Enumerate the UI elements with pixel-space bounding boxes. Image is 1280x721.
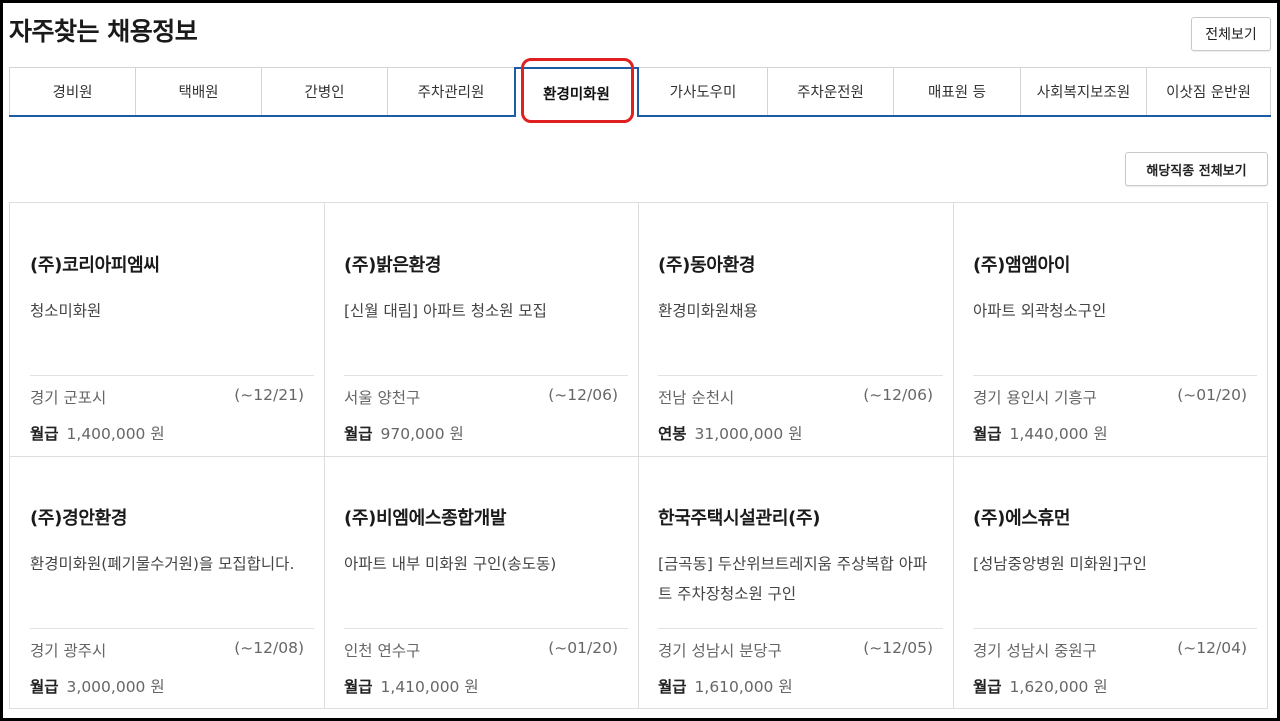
job-title: 청소미화원 xyxy=(30,302,102,320)
tab-caregiver[interactable]: 간병인 xyxy=(261,67,388,115)
category-view-all-button[interactable]: 해당직종 전체보기 xyxy=(1125,152,1268,186)
company-name: (주)코리아피엠씨 xyxy=(30,255,160,276)
tab-security-guard[interactable]: 경비원 xyxy=(9,67,136,115)
job-title: 환경미화원채용 xyxy=(658,302,758,320)
job-title: 아파트 내부 미화원 구인(송도동) xyxy=(344,555,557,573)
pay-type: 월급 xyxy=(973,678,1002,696)
card-divider xyxy=(973,375,1257,376)
job-pay: 월급 1,620,000 원 xyxy=(973,675,1108,697)
pay-amount: 1,400,000 원 xyxy=(66,425,165,443)
job-pay: 월급 1,440,000 원 xyxy=(973,422,1108,444)
pay-amount: 31,000,000 원 xyxy=(694,425,803,443)
job-deadline: (~12/05) xyxy=(863,639,933,657)
job-pay: 월급 1,410,000 원 xyxy=(344,675,479,697)
pay-type: 월급 xyxy=(973,425,1002,443)
job-deadline: (~01/20) xyxy=(1177,386,1247,404)
job-pay: 월급 1,610,000 원 xyxy=(658,675,793,697)
pay-type: 월급 xyxy=(344,425,373,443)
job-card[interactable]: (주)코리아피엠씨 청소미화원 경기 군포시 (~12/21) 월급 1,400,… xyxy=(10,203,325,457)
job-location: 경기 광주시 xyxy=(30,642,107,660)
job-pay: 월급 1,400,000 원 xyxy=(30,422,165,444)
job-deadline: (~12/06) xyxy=(863,386,933,404)
job-card[interactable]: (주)밝은환경 [신월 대림] 아파트 청소원 모집 서울 양천구 (~12/0… xyxy=(324,203,639,457)
tab-housekeeper[interactable]: 가사도우미 xyxy=(638,67,768,115)
tabs-underline xyxy=(9,115,1271,117)
card-divider xyxy=(658,628,943,629)
job-pay: 월급 3,000,000 원 xyxy=(30,675,165,697)
pay-amount: 1,610,000 원 xyxy=(694,678,793,696)
tab-parking-driver[interactable]: 주차운전원 xyxy=(767,67,894,115)
company-name: 한국주택시설관리(주) xyxy=(658,508,821,529)
pay-amount: 1,440,000 원 xyxy=(1009,425,1108,443)
job-pay: 연봉 31,000,000 원 xyxy=(658,422,802,444)
pay-amount: 1,410,000 원 xyxy=(380,678,479,696)
pay-type: 월급 xyxy=(30,425,59,443)
page-title: 자주찾는 채용정보 xyxy=(9,17,198,46)
tab-ticket-seller[interactable]: 매표원 등 xyxy=(893,67,1021,115)
card-divider xyxy=(973,628,1257,629)
job-title: [신월 대림] 아파트 청소원 모집 xyxy=(344,302,547,320)
job-location: 경기 성남시 분당구 xyxy=(658,642,782,660)
job-title: 환경미화원(폐기물수거원)을 모집합니다. xyxy=(30,555,295,573)
card-divider xyxy=(344,375,628,376)
job-location: 인천 연수구 xyxy=(344,642,421,660)
view-all-button[interactable]: 전체보기 xyxy=(1191,17,1271,51)
card-divider xyxy=(30,628,314,629)
job-card[interactable]: (주)앰앰아이 아파트 외곽청소구인 경기 용인시 기흥구 (~01/20) 월… xyxy=(953,203,1267,457)
job-location: 경기 용인시 기흥구 xyxy=(973,389,1097,407)
job-card[interactable]: (주)경안환경 환경미화원(폐기물수거원)을 모집합니다. 경기 광주시 (~1… xyxy=(10,456,325,709)
tab-sanitation-worker[interactable]: 환경미화원 xyxy=(514,67,639,117)
job-location: 경기 군포시 xyxy=(30,389,107,407)
job-title: [금곡동] 두산위브트레지움 주상복합 아파트 주차장청소원 구인 xyxy=(658,555,928,603)
job-deadline: (~12/08) xyxy=(234,639,304,657)
pay-amount: 1,620,000 원 xyxy=(1009,678,1108,696)
job-location: 전남 순천시 xyxy=(658,389,735,407)
job-card-grid: (주)코리아피엠씨 청소미화원 경기 군포시 (~12/21) 월급 1,400,… xyxy=(9,202,1268,709)
job-card[interactable]: 한국주택시설관리(주) [금곡동] 두산위브트레지움 주상복합 아파트 주차장청… xyxy=(638,456,954,709)
pay-type: 월급 xyxy=(30,678,59,696)
pay-type: 월급 xyxy=(344,678,373,696)
card-divider xyxy=(344,628,628,629)
company-name: (주)비엠에스종합개발 xyxy=(344,508,507,529)
card-divider xyxy=(658,375,943,376)
tab-moving-worker[interactable]: 이삿짐 운반원 xyxy=(1146,67,1271,115)
job-pay: 월급 970,000 원 xyxy=(344,422,464,444)
company-name: (주)동아환경 xyxy=(658,255,756,276)
company-name: (주)앰앰아이 xyxy=(973,255,1071,276)
job-title: 아파트 외곽청소구인 xyxy=(973,302,1107,320)
job-category-tabs: 경비원 택배원 간병인 주차관리원 환경미화원 가사도우미 주차운전원 매표원 … xyxy=(9,67,1271,117)
job-deadline: (~01/20) xyxy=(548,639,618,657)
job-deadline: (~12/04) xyxy=(1177,639,1247,657)
job-location: 경기 성남시 중원구 xyxy=(973,642,1097,660)
job-card[interactable]: (주)에스휴먼 [성남중앙병원 미화원]구인 경기 성남시 중원구 (~12/0… xyxy=(953,456,1267,709)
pay-type: 연봉 xyxy=(658,425,687,443)
company-name: (주)에스휴먼 xyxy=(973,508,1071,529)
job-deadline: (~12/06) xyxy=(548,386,618,404)
job-card[interactable]: (주)비엠에스종합개발 아파트 내부 미화원 구인(송도동) 인천 연수구 (~… xyxy=(324,456,639,709)
job-card[interactable]: (주)동아환경 환경미화원채용 전남 순천시 (~12/06) 연봉 31,000… xyxy=(638,203,954,457)
pay-type: 월급 xyxy=(658,678,687,696)
job-location: 서울 양천구 xyxy=(344,389,421,407)
tab-parking-manager[interactable]: 주차관리원 xyxy=(387,67,515,115)
card-divider xyxy=(30,375,314,376)
pay-amount: 3,000,000 원 xyxy=(66,678,165,696)
company-name: (주)밝은환경 xyxy=(344,255,442,276)
tab-social-welfare-assistant[interactable]: 사회복지보조원 xyxy=(1020,67,1147,115)
pay-amount: 970,000 원 xyxy=(380,425,464,443)
job-title: [성남중앙병원 미화원]구인 xyxy=(973,555,1147,573)
job-deadline: (~12/21) xyxy=(234,386,304,404)
tab-courier[interactable]: 택배원 xyxy=(135,67,262,115)
company-name: (주)경안환경 xyxy=(30,508,128,529)
